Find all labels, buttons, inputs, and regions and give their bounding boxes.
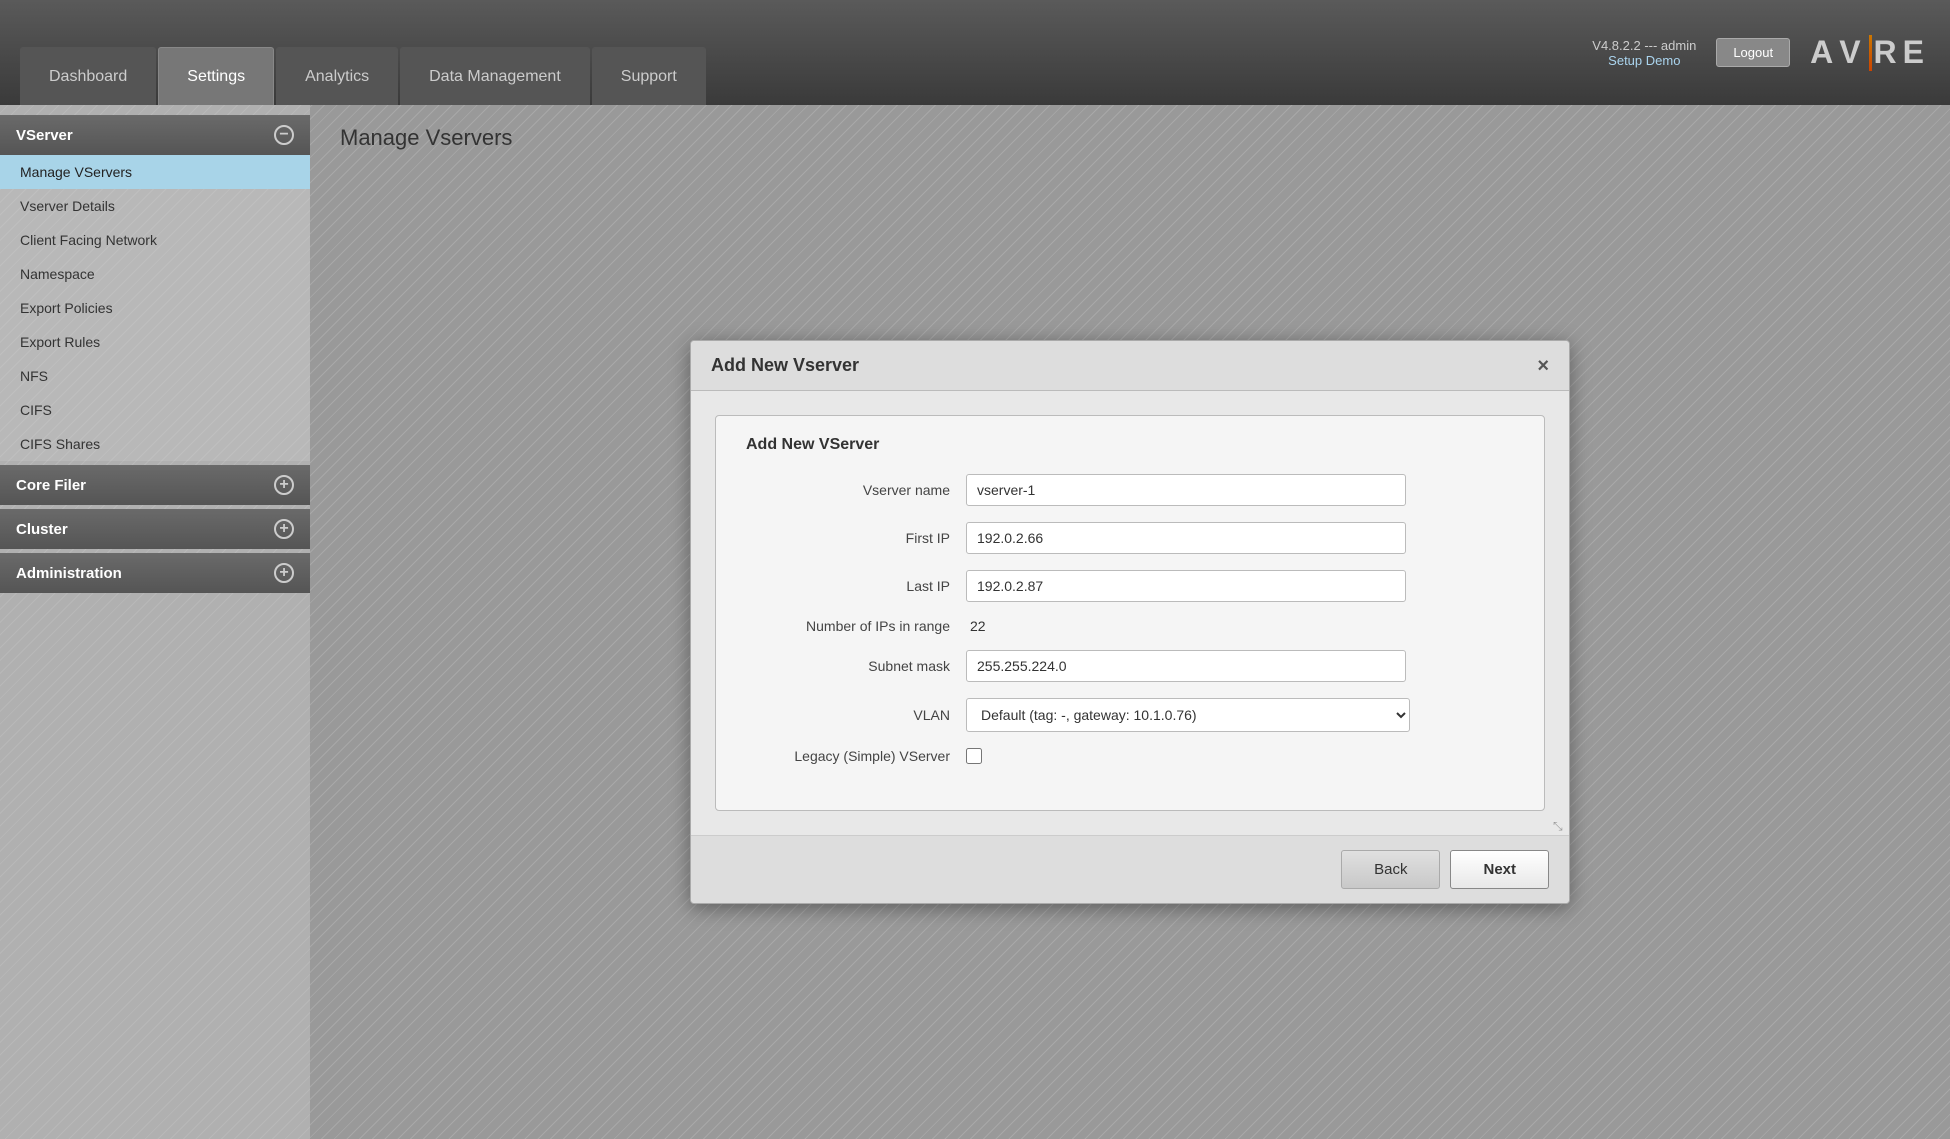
- next-button[interactable]: Next: [1450, 850, 1549, 889]
- modal-header: Add New Vserver ×: [691, 341, 1569, 391]
- tab-analytics[interactable]: Analytics: [276, 47, 398, 105]
- sidebar-section-header-vserver[interactable]: VServer −: [0, 115, 310, 155]
- brand-accent-icon: [1869, 35, 1872, 71]
- tab-data-management[interactable]: Data Management: [400, 47, 590, 105]
- back-button[interactable]: Back: [1341, 850, 1440, 889]
- sidebar-section-header-administration[interactable]: Administration +: [0, 553, 310, 593]
- sidebar-item-export-policies[interactable]: Export Policies: [0, 291, 310, 325]
- legacy-label: Legacy (Simple) VServer: [746, 748, 966, 764]
- sidebar-section-vserver: VServer − Manage VServers Vserver Detail…: [0, 115, 310, 461]
- add-vserver-modal: Add New Vserver × Add New VServer Vserve…: [690, 340, 1570, 904]
- modal-close-button[interactable]: ×: [1537, 356, 1549, 376]
- sidebar-section-core-filer: Core Filer +: [0, 465, 310, 505]
- last-ip-label: Last IP: [746, 578, 966, 594]
- vlan-select[interactable]: Default (tag: -, gateway: 10.1.0.76): [966, 698, 1410, 732]
- sidebar-section-cluster: Cluster +: [0, 509, 310, 549]
- tab-support[interactable]: Support: [592, 47, 706, 105]
- logout-button[interactable]: Logout: [1716, 38, 1790, 67]
- top-bar: Dashboard Settings Analytics Data Manage…: [0, 0, 1950, 105]
- vserver-collapse-icon[interactable]: −: [274, 125, 294, 145]
- sidebar-item-cifs-shares[interactable]: CIFS Shares: [0, 427, 310, 461]
- sidebar-cluster-label: Cluster: [16, 521, 68, 538]
- vserver-name-label: Vserver name: [746, 482, 966, 498]
- sidebar-item-manage-vservers[interactable]: Manage VServers: [0, 155, 310, 189]
- sidebar-section-header-cluster[interactable]: Cluster +: [0, 509, 310, 549]
- form-row-num-ips: Number of IPs in range 22: [746, 618, 1514, 634]
- sidebar-vserver-label: VServer: [16, 127, 73, 144]
- core-filer-expand-icon[interactable]: +: [274, 475, 294, 495]
- first-ip-input[interactable]: [966, 522, 1406, 554]
- vserver-name-input[interactable]: [966, 474, 1406, 506]
- sidebar-item-cifs[interactable]: CIFS: [0, 393, 310, 427]
- form-section: Add New VServer Vserver name First IP La…: [715, 415, 1545, 811]
- modal-body: Add New VServer Vserver name First IP La…: [691, 391, 1569, 835]
- sidebar-item-nfs[interactable]: NFS: [0, 359, 310, 393]
- form-row-vserver-name: Vserver name: [746, 474, 1514, 506]
- sidebar-section-administration: Administration +: [0, 553, 310, 593]
- modal-body-wrapper: Add New VServer Vserver name First IP La…: [691, 391, 1569, 835]
- vlan-label: VLAN: [746, 707, 966, 723]
- form-row-legacy: Legacy (Simple) VServer: [746, 748, 1514, 764]
- modal-overlay: Add New Vserver × Add New VServer Vserve…: [310, 105, 1950, 1139]
- form-section-title: Add New VServer: [746, 436, 1514, 454]
- last-ip-input[interactable]: [966, 570, 1406, 602]
- num-ips-label: Number of IPs in range: [746, 618, 966, 634]
- version-info: V4.8.2.2 --- admin Setup Demo: [1592, 38, 1696, 68]
- sidebar-administration-label: Administration: [16, 565, 122, 582]
- modal-title: Add New Vserver: [711, 355, 859, 376]
- num-ips-value: 22: [966, 618, 986, 634]
- legacy-checkbox[interactable]: [966, 748, 982, 764]
- form-row-vlan: VLAN Default (tag: -, gateway: 10.1.0.76…: [746, 698, 1514, 732]
- form-row-last-ip: Last IP: [746, 570, 1514, 602]
- sidebar-item-namespace[interactable]: Namespace: [0, 257, 310, 291]
- sidebar: VServer − Manage VServers Vserver Detail…: [0, 105, 310, 1139]
- first-ip-label: First IP: [746, 530, 966, 546]
- form-row-subnet-mask: Subnet mask: [746, 650, 1514, 682]
- nav-tabs: Dashboard Settings Analytics Data Manage…: [20, 0, 706, 105]
- tab-settings[interactable]: Settings: [158, 47, 274, 105]
- cluster-expand-icon[interactable]: +: [274, 519, 294, 539]
- sidebar-section-header-core-filer[interactable]: Core Filer +: [0, 465, 310, 505]
- subnet-mask-label: Subnet mask: [746, 658, 966, 674]
- tab-dashboard[interactable]: Dashboard: [20, 47, 156, 105]
- administration-expand-icon[interactable]: +: [274, 563, 294, 583]
- sidebar-item-export-rules[interactable]: Export Rules: [0, 325, 310, 359]
- resize-handle-icon[interactable]: ⤡: [1553, 819, 1565, 831]
- sidebar-item-vserver-details[interactable]: Vserver Details: [0, 189, 310, 223]
- sidebar-item-client-facing-network[interactable]: Client Facing Network: [0, 223, 310, 257]
- modal-footer: Back Next: [691, 835, 1569, 903]
- sidebar-core-filer-label: Core Filer: [16, 477, 86, 494]
- top-bar-right: V4.8.2.2 --- admin Setup Demo Logout A V…: [1592, 34, 1930, 71]
- brand-logo: A V R E: [1810, 34, 1930, 71]
- subnet-mask-input[interactable]: [966, 650, 1406, 682]
- form-row-first-ip: First IP: [746, 522, 1514, 554]
